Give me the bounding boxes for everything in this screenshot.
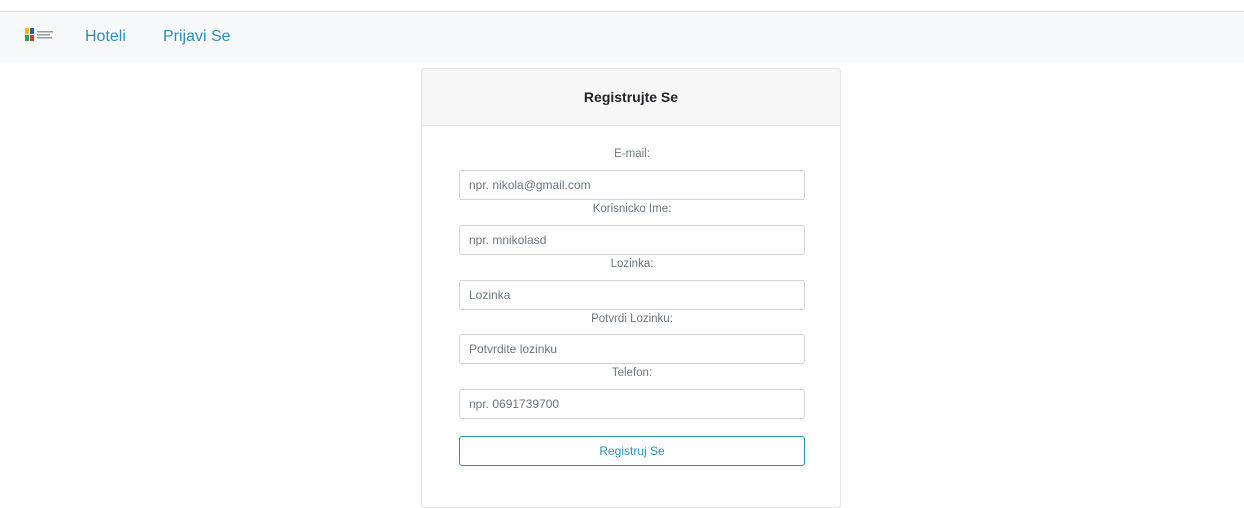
password-label: Lozinka: [610, 258, 654, 270]
password-field[interactable] [459, 280, 805, 310]
confirm-password-field[interactable] [459, 334, 805, 364]
username-label: Korisnicko Ime: [592, 203, 672, 215]
nav-link-prijavi-se[interactable]: Prijavi Se [163, 27, 231, 47]
nav-link-hoteli[interactable]: Hoteli [85, 27, 126, 47]
registration-card: Registrujte Se E-mail: Korisnicko Ime: L… [421, 68, 841, 508]
username-field[interactable] [459, 225, 805, 255]
register-button[interactable]: Registruj Se [459, 436, 805, 466]
navbar: Hoteli Prijavi Se [0, 12, 1244, 62]
phone-field[interactable] [459, 389, 805, 419]
email-field[interactable] [459, 170, 805, 200]
card-header: Registrujte Se [422, 69, 840, 126]
email-label: E-mail: [614, 148, 650, 160]
form-title: Registrujte Se [583, 89, 679, 105]
phone-label: Telefon: [611, 367, 653, 379]
confirm-password-label: Potvrdi Lozinku: [591, 313, 673, 325]
hotel-logo-icon[interactable] [25, 28, 55, 42]
